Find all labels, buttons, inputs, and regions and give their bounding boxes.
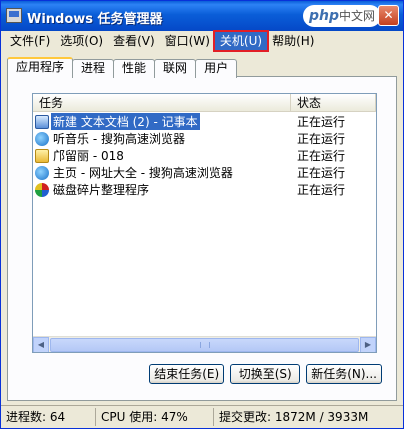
table-row[interactable]: 邝留丽 - 018 正在运行 (33, 147, 376, 164)
column-header-task[interactable]: 任务 (33, 94, 291, 112)
task-name: 听音乐 - 搜狗高速浏览器 (53, 132, 185, 146)
tab-strip: 应用程序 进程 性能 联网 用户 (7, 57, 238, 78)
task-status: 正在运行 (297, 166, 346, 180)
browser-icon (35, 165, 49, 180)
menu-options[interactable]: 选项(O) (55, 32, 108, 50)
tab-performance[interactable]: 性能 (113, 59, 156, 78)
task-status: 正在运行 (297, 149, 346, 163)
applications-panel: 任务 状态 新建 文本文档 (2) - 记事本 正在运行 听音乐 - 搜狗高速浏… (7, 76, 397, 401)
tab-networking[interactable]: 联网 (154, 59, 197, 78)
table-row[interactable]: 主页 - 网址大全 - 搜狗高速浏览器 正在运行 (33, 164, 376, 181)
menu-view[interactable]: 查看(V) (108, 32, 160, 50)
task-status: 正在运行 (297, 115, 346, 129)
tab-processes[interactable]: 进程 (72, 59, 115, 78)
scroll-left-icon[interactable]: ◀ (33, 337, 49, 352)
window-title: Windows 任务管理器 (27, 12, 163, 27)
status-bar: 进程数: 64 CPU 使用: 47% 提交更改: 1872M / 3933M (1, 405, 403, 428)
task-name: 磁盘碎片整理程序 (53, 183, 150, 197)
task-list[interactable]: 任务 状态 新建 文本文档 (2) - 记事本 正在运行 听音乐 - 搜狗高速浏… (32, 93, 377, 353)
task-manager-icon (6, 8, 22, 23)
table-row[interactable]: 听音乐 - 搜狗高速浏览器 正在运行 (33, 130, 376, 147)
task-status: 正在运行 (297, 132, 346, 146)
new-task-button[interactable]: 新任务(N)... (306, 364, 382, 384)
horizontal-scrollbar[interactable]: ◀ ▶ (33, 336, 376, 352)
column-header-status[interactable]: 状态 (291, 94, 376, 112)
cpu-usage: CPU 使用: 47% (96, 408, 214, 426)
scroll-right-icon[interactable]: ▶ (360, 337, 376, 352)
close-button[interactable]: ✕ (378, 5, 399, 26)
menu-window[interactable]: 窗口(W) (160, 32, 215, 50)
tab-applications[interactable]: 应用程序 (7, 57, 74, 78)
watermark-logo: php中文网 (302, 5, 381, 27)
task-manager-window: Windows 任务管理器 php中文网 ✕ 文件(F) 选项(O) 查看(V)… (0, 0, 404, 429)
grip-icon (200, 342, 210, 348)
task-status: 正在运行 (297, 183, 346, 197)
task-name: 邝留丽 - 018 (53, 149, 124, 163)
list-header: 任务 状态 (33, 94, 376, 112)
title-bar[interactable]: Windows 任务管理器 php中文网 ✕ (1, 1, 403, 31)
commit-charge: 提交更改: 1872M / 3933M (219, 410, 369, 424)
tab-users[interactable]: 用户 (195, 59, 238, 78)
menu-shutdown[interactable]: 关机(U) (212, 30, 270, 52)
scroll-thumb[interactable] (50, 338, 359, 352)
notepad-icon (35, 114, 49, 129)
process-count: 进程数: 64 (1, 408, 96, 426)
menu-file[interactable]: 文件(F) (5, 32, 55, 50)
task-name: 主页 - 网址大全 - 搜狗高速浏览器 (53, 166, 233, 180)
logo-text: php (308, 8, 339, 24)
end-task-button[interactable]: 结束任务(E) (149, 364, 225, 384)
defrag-icon (35, 182, 49, 197)
menu-bar: 文件(F) 选项(O) 查看(V) 窗口(W) 关机(U) 帮助(H) (1, 30, 403, 52)
folder-icon (35, 148, 49, 163)
menu-help[interactable]: 帮助(H) (267, 32, 319, 50)
task-name: 新建 文本文档 (2) - 记事本 (51, 113, 200, 130)
logo-sub: 中文网 (338, 9, 375, 23)
browser-icon (35, 131, 49, 146)
table-row[interactable]: 新建 文本文档 (2) - 记事本 正在运行 (33, 113, 376, 130)
switch-to-button[interactable]: 切换至(S) (230, 364, 301, 384)
table-row[interactable]: 磁盘碎片整理程序 正在运行 (33, 181, 376, 198)
